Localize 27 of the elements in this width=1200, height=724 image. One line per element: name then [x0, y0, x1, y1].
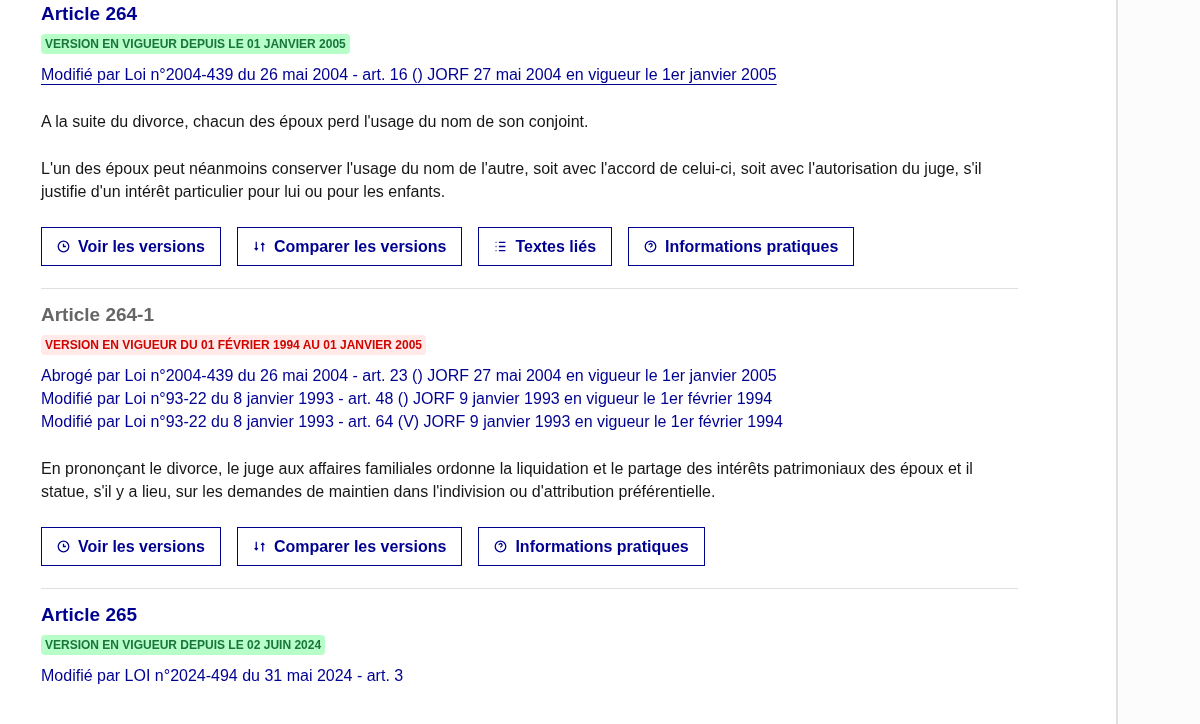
amendment-link[interactable]: Modifié par Loi n°93-22 du 8 janvier 1993 - art. 48 () JORF 9 janvier 1993 en vigueur le 1er février 1994: [41, 387, 773, 410]
amendment-link[interactable]: Modifié par Loi n°93-22 du 8 janvier 1993 - art. 64 (V) JORF 9 janvier 1993 en vigueur le 1er février 1994: [41, 410, 783, 433]
amendment-link[interactable]: Modifié par Loi n°2004-439 du 26 mai 2004 - art. 16 () JORF 27 mai 2004 en vigueur le 1er janvier 2005: [41, 63, 777, 86]
version-badge: VERSION EN VIGUEUR DU 01 FÉVRIER 1994 AU 01 JANVIER 2005: [41, 335, 427, 355]
article-paragraph: L'un des époux peut néanmoins conserver l'usage du nom de l'autre, soit avec l'accord de celui-ci, soit avec l'autorisation du juge, s'il justifie d'un intérêt particulier pour lui ou pour les enfants.: [41, 159, 983, 202]
action-button[interactable]: Informations pratiques: [628, 227, 855, 266]
help-icon: [644, 240, 658, 253]
article-title: Article 264: [41, 2, 139, 26]
amendment-link[interactable]: Abrogé par Loi n°2004-439 du 26 mai 2004 - art. 23 () JORF 27 mai 2004 en vigueur le 1er janvier 2005: [41, 364, 777, 387]
action-button[interactable]: Comparer les versions: [236, 527, 463, 566]
swap-icon: [252, 240, 266, 253]
action-button[interactable]: Voir les versions: [41, 527, 221, 566]
version-badge: VERSION EN VIGUEUR DEPUIS LE 01 JANVIER 2005: [41, 34, 350, 54]
article-paragraph: A la suite du divorce, chacun des époux perd l'usage du nom de son conjoint.: [41, 112, 590, 132]
clock-icon: [57, 240, 70, 253]
action-button[interactable]: Comparer les versions: [236, 227, 463, 266]
version-badge: VERSION EN VIGUEUR DEPUIS LE 02 JUIN 2024: [41, 635, 326, 655]
action-button[interactable]: Voir les versions: [41, 227, 221, 266]
article-paragraph: En prononçant le divorce, le juge aux affaires familiales ordonne la liquidation et le partage des intérêts patrimoniaux des époux et il statue, s'il y a lieu, sur les demandes de maintien dans l'indivision ou d'attribution préférentielle.: [41, 459, 974, 502]
article-title: Article 264-1: [41, 303, 155, 327]
swap-icon: [252, 540, 266, 553]
action-button[interactable]: Textes liés: [478, 227, 613, 266]
amendment-link[interactable]: Modifié par LOI n°2024-494 du 31 mai 2024 - art. 3: [41, 664, 404, 687]
article-title: Article 265: [41, 603, 139, 627]
help-icon: [494, 540, 508, 553]
clock-icon: [57, 540, 70, 553]
action-button[interactable]: Informations pratiques: [478, 527, 705, 566]
